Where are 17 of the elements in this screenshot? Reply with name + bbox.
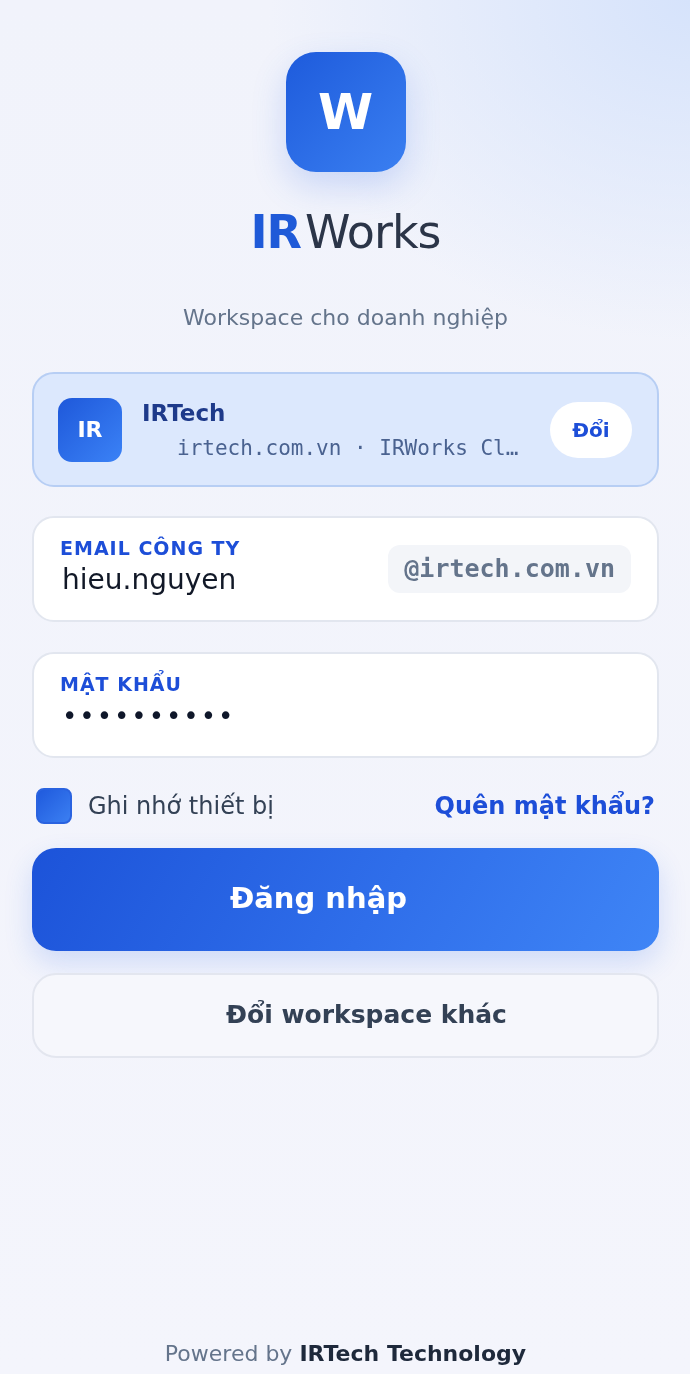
workspace-name: IRTech xyxy=(142,398,226,427)
email-domain-suffix: @irtech.com.vn xyxy=(388,545,631,593)
tagline: Workspace cho doanh nghiệp xyxy=(183,304,508,332)
change-workspace-button[interactable]: Đổi xyxy=(550,401,632,458)
app-logo: W xyxy=(285,52,406,172)
email-field[interactable]: EMAIL CÔNG TY hieu.nguyen @irtech.com.vn xyxy=(32,516,659,622)
password-field[interactable]: MẬT KHẨU •••••••••• xyxy=(32,652,659,758)
brand-name: IRWorks xyxy=(250,204,441,260)
workspace-avatar: IR xyxy=(58,397,122,462)
forgot-password-link[interactable]: Quên mật khẩu? xyxy=(434,792,655,820)
switch-workspace-button[interactable]: Đổi workspace khác xyxy=(32,973,659,1058)
footer-text: Powered by IRTech Technology xyxy=(164,1340,527,1368)
remember-checkbox[interactable] xyxy=(36,788,72,824)
login-button[interactable]: Đăng nhập xyxy=(32,848,659,951)
remember-label[interactable]: Ghi nhớ thiết bị xyxy=(88,792,274,820)
workspace-domain: irtech.com.vn · IRWorks Cl… xyxy=(177,434,519,461)
email-label: EMAIL CÔNG TY xyxy=(60,537,241,559)
